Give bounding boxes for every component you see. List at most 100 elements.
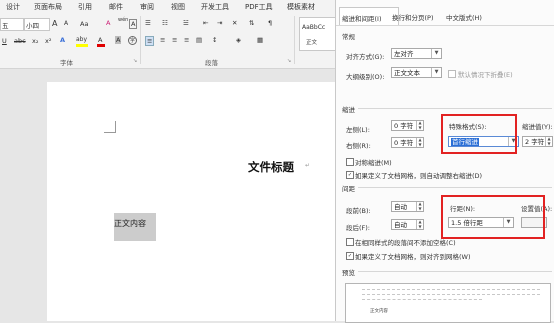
preview-section-title: 预览 bbox=[342, 269, 355, 277]
justify-icon[interactable]: ≡ bbox=[184, 36, 189, 44]
font-name-select[interactable]: 五 bbox=[0, 18, 24, 31]
tab-divider bbox=[336, 25, 554, 26]
style-gallery-item[interactable]: AaBbCc 正文 bbox=[299, 17, 337, 51]
align-center-icon[interactable]: ≡ bbox=[160, 36, 165, 44]
chevron-down-icon: ▼ bbox=[431, 68, 441, 77]
ribbon-tabs: 设计 页面布局 引用 邮件 审阅 视图 开发工具 PDF工具 模板素材 bbox=[0, 0, 335, 13]
borders-icon[interactable]: ▦ bbox=[257, 36, 263, 44]
phonetic-guide-button[interactable]: wén bbox=[118, 17, 128, 23]
right-indent-input[interactable]: 0 字符 ▲ ▼ bbox=[391, 137, 424, 148]
document-title[interactable]: 文件标题 bbox=[248, 159, 294, 175]
paragraph-dialog: 缩进和间距(I) 换行和分页(P) 中文版式(H) 常规 对齐方式(G): 左对… bbox=[335, 0, 554, 323]
indent-section-title: 缩进 bbox=[342, 106, 355, 114]
left-indent-input[interactable]: 0 字符 ▲ ▼ bbox=[391, 120, 424, 131]
spinner-icon[interactable]: ▲ ▼ bbox=[416, 202, 423, 211]
highlight-color-bar bbox=[76, 44, 88, 47]
subscript-button[interactable]: x₂ bbox=[32, 37, 38, 45]
document-canvas: 文件标题 ↵ 正文内容 bbox=[0, 69, 335, 321]
snap-grid-checkbox[interactable]: ✓ bbox=[346, 252, 354, 260]
space-before-input[interactable]: 自动 ▲ ▼ bbox=[391, 201, 424, 212]
spinner-icon[interactable]: ▲ ▼ bbox=[416, 220, 423, 229]
tab-line-page-breaks[interactable]: 换行和分页(P) bbox=[392, 12, 434, 22]
tab-templates[interactable]: 模板素材 bbox=[287, 2, 315, 12]
tab-asian-typography[interactable]: 中文版式(H) bbox=[446, 12, 482, 22]
right-indent-label: 右侧(R): bbox=[346, 142, 371, 150]
font-dialog-launcher-icon[interactable]: ↘ bbox=[133, 58, 137, 64]
decrease-indent-icon[interactable]: ⇤ bbox=[203, 19, 208, 27]
preview-box: 正文内容 bbox=[345, 283, 551, 323]
preview-line bbox=[362, 294, 540, 297]
no-space-checkbox[interactable] bbox=[346, 238, 354, 246]
spinner-icon[interactable]: ▲ ▼ bbox=[416, 138, 423, 147]
tab-references[interactable]: 引用 bbox=[78, 2, 92, 12]
outline-level-label: 大纲级别(O): bbox=[346, 73, 385, 81]
space-before-label: 段前(B): bbox=[346, 207, 371, 215]
chinese-layout-icon[interactable]: ✕ bbox=[232, 19, 237, 27]
chevron-down-icon: ▼ bbox=[431, 49, 441, 58]
annotation-highlight-box bbox=[441, 195, 545, 239]
numbering-icon[interactable]: ☷ bbox=[162, 19, 168, 27]
clear-format-button[interactable]: A bbox=[106, 19, 110, 27]
shading-icon[interactable]: ◈ bbox=[236, 36, 241, 44]
outline-level-select[interactable]: 正文文本 ▼ bbox=[391, 67, 442, 78]
group-divider bbox=[140, 16, 141, 64]
distribute-icon[interactable]: ▤ bbox=[196, 36, 202, 44]
align-left-icon[interactable]: ≡ bbox=[145, 36, 155, 46]
space-after-input[interactable]: 自动 ▲ ▼ bbox=[391, 219, 424, 230]
char-border-button[interactable]: A bbox=[129, 19, 138, 29]
align-right-icon[interactable]: ≡ bbox=[172, 36, 177, 44]
tab-review[interactable]: 审阅 bbox=[140, 2, 154, 12]
line-spacing-icon[interactable]: ↕ bbox=[212, 36, 217, 44]
paragraph-dialog-launcher-icon[interactable]: ↘ bbox=[287, 58, 291, 64]
preview-line bbox=[362, 299, 482, 302]
collapse-checkbox[interactable] bbox=[448, 70, 456, 78]
paragraph-group-label: 段落 bbox=[205, 59, 218, 67]
tab-developer[interactable]: 开发工具 bbox=[201, 2, 229, 12]
snap-grid-label: 如果定义了文档网格，则对齐到网格(W) bbox=[355, 253, 471, 261]
document-page[interactable]: 文件标题 ↵ 正文内容 bbox=[47, 82, 335, 321]
shrink-font-button[interactable]: A bbox=[64, 20, 68, 27]
spinner-icon[interactable]: ▲ ▼ bbox=[545, 137, 552, 146]
tab-pdf[interactable]: PDF工具 bbox=[245, 2, 273, 12]
auto-grid-checkbox[interactable]: ✓ bbox=[346, 171, 354, 179]
left-indent-label: 左侧(L): bbox=[346, 126, 370, 134]
show-marks-icon[interactable]: ¶ bbox=[268, 19, 272, 27]
tab-indent-spacing[interactable]: 缩进和间距(I) bbox=[339, 7, 399, 26]
collapse-label: 默认情况下折叠(E) bbox=[458, 71, 513, 79]
highlight-button[interactable]: aby bbox=[76, 36, 87, 43]
tab-design[interactable]: 设计 bbox=[6, 2, 20, 12]
enclose-char-button[interactable]: 字 bbox=[128, 36, 138, 45]
increase-indent-icon[interactable]: ⇥ bbox=[217, 19, 222, 27]
tab-layout[interactable]: 页面布局 bbox=[34, 2, 62, 12]
font-color-button[interactable]: A bbox=[98, 36, 102, 44]
grow-font-button[interactable]: A bbox=[52, 19, 57, 28]
document-body-text[interactable]: 正文内容 bbox=[114, 218, 146, 229]
general-section-title: 常规 bbox=[342, 33, 355, 41]
tab-view[interactable]: 视图 bbox=[171, 2, 185, 12]
font-size-select[interactable]: 小四 bbox=[24, 18, 50, 31]
preview-line bbox=[362, 289, 540, 292]
no-space-label: 在相同样式的段落间不添加空格(C) bbox=[355, 239, 456, 247]
selected-text-highlight: 正文内容 bbox=[114, 213, 156, 241]
spacing-section-title: 间距 bbox=[342, 185, 355, 193]
char-shading-button[interactable]: A bbox=[115, 36, 122, 44]
section-divider bbox=[358, 108, 552, 109]
change-case-button[interactable]: Aa bbox=[80, 20, 88, 28]
paragraph-mark: ↵ bbox=[305, 162, 311, 169]
spinner-icon[interactable]: ▲ ▼ bbox=[416, 121, 423, 130]
tab-mailings[interactable]: 邮件 bbox=[109, 2, 123, 12]
underline-button[interactable]: U bbox=[2, 37, 7, 45]
multilevel-list-icon[interactable]: ☱ bbox=[183, 19, 189, 27]
bullets-icon[interactable]: ☰ bbox=[145, 19, 151, 27]
alignment-select[interactable]: 左对齐 ▼ bbox=[391, 48, 442, 59]
section-divider bbox=[358, 271, 552, 272]
indent-amount-input[interactable]: 2 字符 ▲ ▼ bbox=[522, 136, 553, 147]
sort-icon[interactable]: ⇅ bbox=[249, 19, 254, 27]
text-effect-button[interactable]: A bbox=[60, 36, 65, 44]
ribbon: 设计 页面布局 引用 邮件 审阅 视图 开发工具 PDF工具 模板素材 五 小四… bbox=[0, 0, 337, 69]
auto-grid-label: 如果定义了文档网格，则自动调整右缩进(D) bbox=[355, 172, 483, 180]
strikethrough-button[interactable]: abc bbox=[14, 37, 26, 45]
mirror-indent-checkbox[interactable] bbox=[346, 158, 354, 166]
superscript-button[interactable]: x² bbox=[45, 37, 51, 45]
margin-corner-mark bbox=[104, 121, 116, 133]
